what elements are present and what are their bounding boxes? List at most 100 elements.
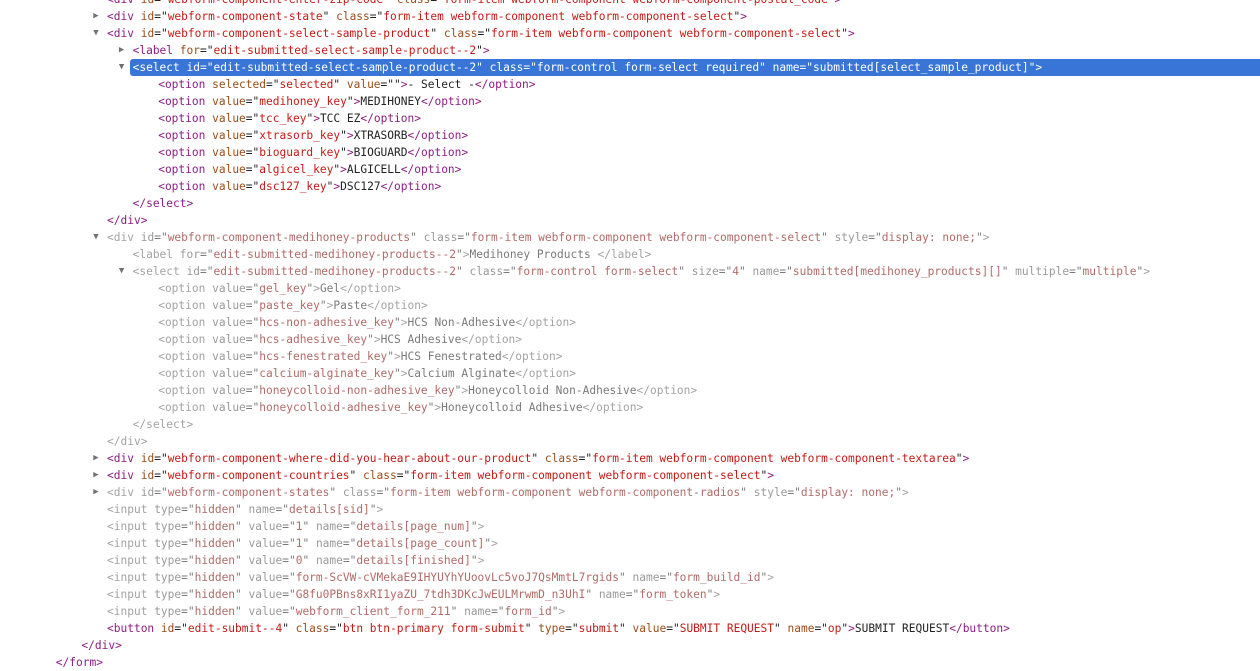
markup-text: =" — [245, 350, 260, 363]
dom-node-row[interactable]: ▼ <select id="edit-submitted-medihoney-pr… — [0, 263, 1260, 280]
collapse-triangle-icon[interactable]: ▼ — [116, 59, 128, 76]
dom-node-row[interactable]: </form> — [0, 654, 1260, 671]
expand-triangle-icon[interactable]: ▶ — [90, 467, 102, 484]
dom-node-row[interactable]: <label for="edit-submitted-medihoney-pro… — [0, 246, 1260, 263]
dom-node-row[interactable]: ▶ <div id="webform-component-where-did-yo… — [0, 450, 1260, 467]
dom-node-row-selected[interactable]: ▼ <select id="edit-submitted-select-sampl… — [0, 59, 1260, 76]
dom-node-row[interactable]: <option value="honeycolloid-adhesive_key… — [0, 399, 1260, 416]
dom-node-row[interactable]: <option value="medihoney_key">MEDIHONEY<… — [0, 93, 1260, 110]
markup-text: " — [349, 469, 364, 482]
dom-node-row[interactable]: <option value="calcium-alginate_key">Cal… — [0, 365, 1260, 382]
attribute-name: id — [140, 486, 155, 499]
markup-text: " — [470, 520, 478, 533]
tag-name: input — [113, 605, 148, 618]
markup-text: " — [774, 622, 788, 635]
markup-text: =" — [342, 554, 357, 567]
markup-text: " — [235, 554, 249, 567]
dom-node-row[interactable]: <option value="algicel_key">ALGICELL</op… — [0, 161, 1260, 178]
attribute-name: class — [423, 231, 458, 244]
attribute-name: type — [154, 537, 182, 550]
markup-text: =" — [565, 622, 579, 635]
dom-node-row[interactable]: <option value="gel_key">Gel</option> — [0, 280, 1260, 297]
markup-text: " — [450, 605, 465, 618]
markup-text: </ — [367, 299, 381, 312]
dom-node-row[interactable]: <option value="xtrasorb_key">XTRASORB</o… — [0, 127, 1260, 144]
attribute-value: webform-component-countries — [167, 469, 350, 482]
dom-node-row[interactable]: ▶ <label for="edit-submitted-select-sampl… — [0, 42, 1260, 59]
dom-node-row[interactable]: </div> — [0, 212, 1260, 229]
collapse-triangle-icon[interactable]: ▼ — [90, 25, 102, 42]
attribute-value: webform-component-enter-zip-code — [168, 0, 384, 6]
tag-name: div — [120, 214, 141, 227]
dom-node-row[interactable]: <option value="honeycolloid-non-adhesive… — [0, 382, 1260, 399]
dom-node-row[interactable]: <option selected="selected" value="">- S… — [0, 76, 1260, 93]
dom-node-row[interactable]: <input type="hidden" value="0" name="det… — [0, 552, 1260, 569]
dom-node-row[interactable]: <input type="hidden" value="1" name="det… — [0, 535, 1260, 552]
dom-node-row[interactable]: ▼ <div id="webform-component-medihoney-pr… — [0, 229, 1260, 246]
markup-text: " — [235, 520, 249, 533]
attribute-value: selected — [279, 78, 334, 91]
node-markup: <input type="hidden" value="1" name="det… — [107, 535, 498, 552]
dom-node-row[interactable]: <input type="hidden" name="details[sid]"… — [0, 501, 1260, 518]
dom-node-row[interactable]: </select> — [0, 195, 1260, 212]
dom-node-row[interactable]: <option value="dsc127_key">DSC127</optio… — [0, 178, 1260, 195]
attribute-name: id — [140, 469, 155, 482]
markup-text: < — [158, 180, 165, 193]
attribute-name: value — [212, 129, 246, 142]
markup-text: </ — [501, 350, 516, 363]
tag-name: div — [113, 486, 134, 499]
markup-text: BIOGUARD — [353, 146, 408, 159]
attribute-name: name — [598, 588, 626, 601]
dom-node-row[interactable]: <option value="tcc_key">TCC EZ</option> — [0, 110, 1260, 127]
tag-name: input — [113, 571, 148, 584]
dom-node-row[interactable]: ▶ <div id="webform-component-states" clas… — [0, 484, 1260, 501]
attribute-name: type — [154, 503, 182, 516]
dom-node-row[interactable]: <option value="hcs-non-adhesive_key">HCS… — [0, 314, 1260, 331]
dom-node-row[interactable]: <div id="webform-component-enter-zip-cod… — [0, 0, 1260, 8]
dom-node-row[interactable]: ▼ <div id="webform-component-select-sampl… — [0, 25, 1260, 42]
attribute-value: btn btn-primary form-submit — [342, 622, 525, 635]
markup-text: > — [636, 401, 644, 414]
dom-node-row[interactable]: <option value="hcs-adhesive_key">HCS Adh… — [0, 331, 1260, 348]
markup-text: > — [461, 146, 469, 159]
attribute-name: value — [212, 180, 246, 193]
tag-name: input — [113, 537, 148, 550]
markup-text: =" — [282, 571, 296, 584]
attribute-value: webform-component-where-did-you-hear-abo… — [167, 452, 532, 465]
tag-name: option — [164, 316, 206, 329]
dom-node-row[interactable]: <input type="hidden" value="1" name="det… — [0, 518, 1260, 535]
dom-node-row[interactable]: ▶ <div id="webform-component-state" class… — [0, 8, 1260, 25]
dom-node-row[interactable]: <input type="hidden" value="form-ScVW-cV… — [0, 569, 1260, 586]
attribute-name: name — [315, 537, 343, 550]
dom-node-row[interactable]: ▶ <div id="webform-component-countries" c… — [0, 467, 1260, 484]
collapse-triangle-icon[interactable]: ▼ — [90, 229, 102, 246]
dom-node-row[interactable]: <option value="hcs-fenestrated_key">HCS … — [0, 348, 1260, 365]
attribute-value: details[page_num] — [356, 520, 471, 533]
expand-triangle-icon[interactable]: ▶ — [90, 8, 102, 25]
dom-node-row[interactable]: </select> — [0, 416, 1260, 433]
tag-name: option — [164, 350, 206, 363]
markup-text: </ — [407, 146, 421, 159]
markup-text — [134, 452, 141, 465]
markup-text: < — [107, 554, 114, 567]
attribute-value: form-item webform-component webform-comp… — [592, 452, 956, 465]
dom-node-row[interactable]: <button id="edit-submit--4" class="btn b… — [0, 620, 1260, 637]
markup-text — [173, 44, 180, 57]
markup-text: =" — [814, 622, 828, 635]
collapse-triangle-icon[interactable]: ▼ — [116, 263, 128, 280]
expand-triangle-icon[interactable]: ▶ — [90, 450, 102, 467]
markup-text: =" — [200, 61, 214, 74]
expand-triangle-icon[interactable]: ▶ — [116, 42, 128, 59]
dom-node-row[interactable]: <input type="hidden" value="webform_clie… — [0, 603, 1260, 620]
dom-node-row[interactable]: <option value="paste_key">Paste</option> — [0, 297, 1260, 314]
dom-node-row[interactable]: <option value="bioguard_key">BIOGUARD</o… — [0, 144, 1260, 161]
expand-triangle-icon[interactable]: ▶ — [90, 484, 102, 501]
markup-text: =" — [245, 367, 260, 380]
dom-node-row[interactable]: <input type="hidden" value="G8fu0PBns8xR… — [0, 586, 1260, 603]
markup-text — [134, 0, 141, 6]
tag-name: label — [139, 248, 174, 261]
dom-node-row[interactable]: </div> — [0, 433, 1260, 450]
dom-node-row[interactable]: </div> — [0, 637, 1260, 654]
attribute-value: hidden — [194, 571, 236, 584]
markup-text: </ — [107, 435, 121, 448]
